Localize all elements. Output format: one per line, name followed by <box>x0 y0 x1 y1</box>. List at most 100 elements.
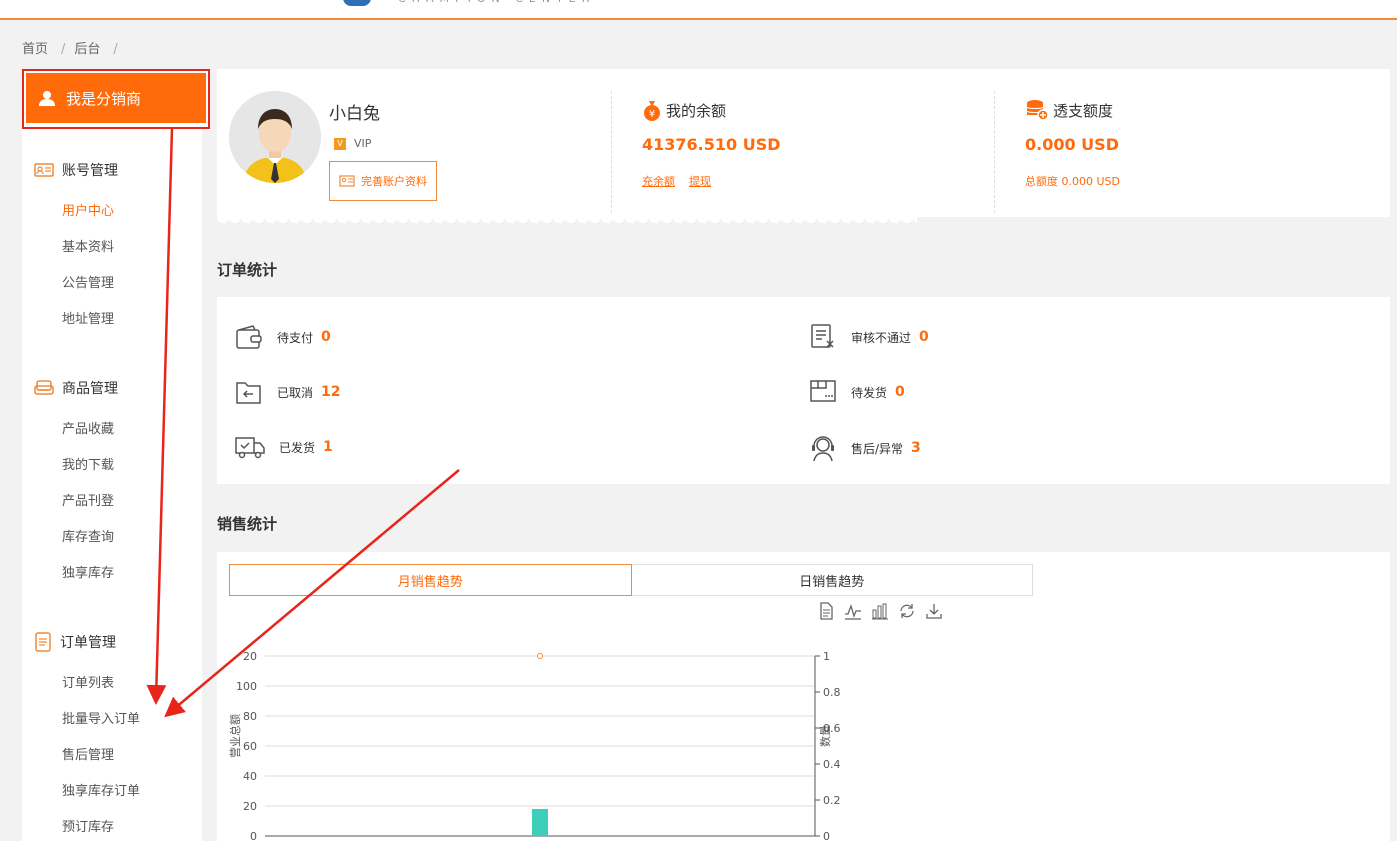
order-stat-label: 审核不通过 <box>851 330 912 345</box>
sidebar-item-user-center[interactable]: 用户中心 <box>22 194 202 230</box>
group-title-label: 商品管理 <box>62 381 118 397</box>
chart-toolbox <box>817 602 943 620</box>
sidebar-item-exclusive-stock[interactable]: 独享库存 <box>22 556 202 592</box>
group-account: 账号管理 用户中心 基本资料 公告管理 地址管理 <box>22 155 202 338</box>
truck-icon <box>235 437 265 459</box>
download-icon[interactable] <box>925 602 943 620</box>
sofa-icon <box>34 380 54 395</box>
y-tick-label: 20 <box>243 650 257 663</box>
order-stat-after-sales[interactable]: 售后/异常 3 <box>809 434 921 462</box>
order-stat-label: 售后/异常 <box>851 441 904 456</box>
balance-value: 41376.510 USD <box>642 135 781 154</box>
order-stat-pending-payment[interactable]: 待支付 0 <box>235 324 331 350</box>
breadcrumb-separator: / <box>113 42 118 57</box>
y-tick-label: 60 <box>243 740 257 753</box>
sidebar-item-order-list[interactable]: 订单列表 <box>22 666 202 702</box>
order-stat-count: 0 <box>919 329 929 345</box>
complete-profile-button[interactable]: 完善账户资料 <box>329 161 437 201</box>
distributor-label: 我是分销商 <box>66 89 142 108</box>
logo-text: CHAMPION CENTER <box>398 0 595 5</box>
y2-tick-label: 0.8 <box>823 686 841 699</box>
vip-label: VIP <box>354 137 372 150</box>
coin-stack-icon <box>1026 100 1049 121</box>
tab-daily-trend[interactable]: 日销售趋势 <box>632 565 1033 595</box>
order-stat-shipped[interactable]: 已发货 1 <box>235 434 333 460</box>
balance-links: 充余额 提现 <box>642 173 725 189</box>
y-tick-label: 20 <box>243 800 257 813</box>
wallet-icon <box>236 325 262 349</box>
sales-stats-card: 月销售趋势 日销售趋势 20 100 80 60 40 20 0 1 0.8 0.6 0.4 0.2 0… <box>217 552 1390 841</box>
group-title-products[interactable]: 商品管理 <box>22 373 202 403</box>
y-tick-label: 100 <box>236 680 257 693</box>
support-agent-icon <box>812 436 834 462</box>
order-stat-label: 已取消 <box>277 385 314 400</box>
order-stat-count: 0 <box>895 384 905 400</box>
logo <box>343 0 371 6</box>
balance-title-label: 我的余额 <box>666 101 727 120</box>
sidebar-item-stock-query[interactable]: 库存查询 <box>22 520 202 556</box>
sidebar-item-reserved-stock[interactable]: 预订库存 <box>22 810 202 841</box>
group-orders: 订单管理 订单列表 批量导入订单 售后管理 独享库存订单 预订库存 <box>22 627 202 841</box>
username: 小白兔 <box>329 104 380 124</box>
sales-bar <box>532 809 548 836</box>
order-stat-rejected[interactable]: 审核不通过 0 <box>809 324 929 350</box>
group-title-account[interactable]: 账号管理 <box>22 155 202 185</box>
y-axis-label: 营业总额 <box>228 714 242 758</box>
overdraft-total: 总额度 0.000 USD <box>1025 175 1120 188</box>
tab-monthly-trend[interactable]: 月销售趋势 <box>229 564 632 596</box>
y2-tick-label: 0.2 <box>823 794 841 807</box>
withdraw-link[interactable]: 提现 <box>689 175 711 188</box>
complete-profile-label: 完善账户资料 <box>361 175 427 188</box>
bar-chart-icon[interactable] <box>871 602 889 620</box>
vip-badge-icon: V <box>334 137 346 150</box>
order-stat-count: 0 <box>321 329 331 345</box>
overdraft-value: 0.000 USD <box>1025 135 1119 154</box>
sidebar-item-exclusive-stock-orders[interactable]: 独享库存订单 <box>22 774 202 810</box>
order-stat-label: 待支付 <box>277 330 314 345</box>
sidebar-header-highlight: 我是分销商 <box>22 69 210 129</box>
data-view-icon[interactable] <box>817 602 835 620</box>
breadcrumb-home[interactable]: 首页 <box>22 42 48 57</box>
sidebar-item-after-sales[interactable]: 售后管理 <box>22 738 202 774</box>
sidebar-item-addresses[interactable]: 地址管理 <box>22 302 202 338</box>
sidebar-item-basic-info[interactable]: 基本资料 <box>22 230 202 266</box>
recharge-link[interactable]: 充余额 <box>642 175 675 188</box>
overdraft-title: 透支额度 <box>1025 99 1113 121</box>
sidebar-item-announcements[interactable]: 公告管理 <box>22 266 202 302</box>
order-stat-count: 3 <box>911 440 921 456</box>
balance-title: ¥ 我的余额 <box>642 99 726 121</box>
order-stat-cancelled[interactable]: 已取消 12 <box>235 379 341 405</box>
y2-tick-label: 1 <box>823 650 830 663</box>
refresh-icon[interactable] <box>898 602 916 620</box>
sidebar-item-favorites[interactable]: 产品收藏 <box>22 412 202 448</box>
y2-axis-label: 数量 <box>819 725 832 747</box>
order-stat-label: 已发货 <box>279 440 316 455</box>
sales-stats-title: 销售统计 <box>217 515 278 533</box>
profile-card: 小白兔 V VIP 完善账户资料 ¥ 我的余额 41376.510 USD 充余… <box>217 69 1390 217</box>
user-icon <box>39 91 55 106</box>
group-title-orders[interactable]: 订单管理 <box>22 627 202 657</box>
line-chart-icon[interactable] <box>844 602 862 620</box>
order-stat-label: 待发货 <box>851 385 888 400</box>
vip-level: V VIP <box>334 137 371 150</box>
document-list-icon <box>35 632 51 652</box>
y-tick-label: 40 <box>243 770 257 783</box>
breadcrumb-separator: / <box>61 42 66 57</box>
order-stat-pending-shipment[interactable]: 待发货 0 <box>809 379 905 405</box>
distributor-menu-button[interactable]: 我是分销商 <box>26 73 206 123</box>
y2-tick-label: 0 <box>823 830 830 841</box>
sidebar-item-bulk-import-orders[interactable]: 批量导入订单 <box>22 702 202 738</box>
group-title-label: 账号管理 <box>62 163 118 179</box>
svg-text:¥: ¥ <box>649 109 655 120</box>
divider <box>994 91 995 213</box>
id-card-icon <box>34 163 54 177</box>
sidebar-item-listing[interactable]: 产品刊登 <box>22 484 202 520</box>
avatar <box>229 91 321 183</box>
breadcrumb-section[interactable]: 后台 <box>74 42 100 57</box>
pending-box-icon <box>810 380 836 402</box>
order-stats-title: 订单统计 <box>217 261 278 279</box>
sidebar-item-downloads[interactable]: 我的下载 <box>22 448 202 484</box>
profile-card-edge <box>217 217 917 225</box>
y-tick-label: 80 <box>243 710 257 723</box>
y2-tick-label: 0.4 <box>823 758 841 771</box>
